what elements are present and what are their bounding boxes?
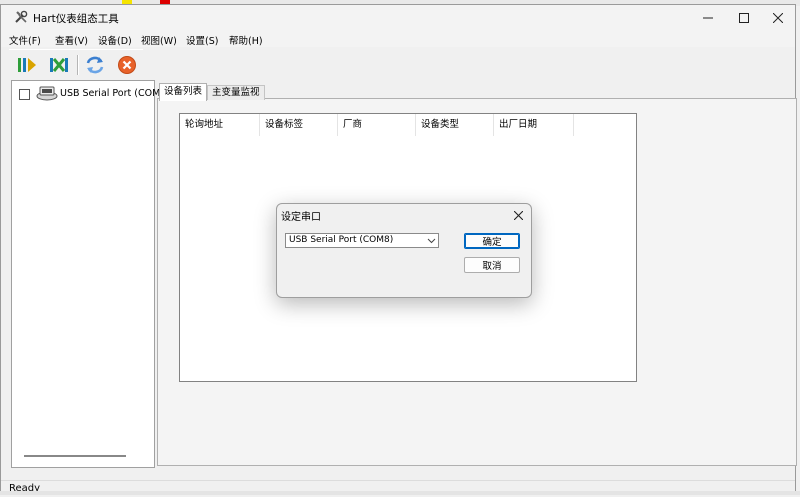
minimize-button[interactable] bbox=[691, 5, 725, 31]
menu-help[interactable]: 帮助(H) bbox=[229, 33, 263, 47]
dialog-title: 设定串口 bbox=[281, 212, 321, 223]
disconnect-button[interactable] bbox=[47, 53, 71, 77]
tools-icon bbox=[15, 10, 28, 23]
connect-icon bbox=[18, 58, 36, 72]
menu-settings[interactable]: 设置(S) bbox=[186, 33, 218, 47]
minimize-icon bbox=[703, 17, 713, 19]
connect-button[interactable] bbox=[15, 53, 39, 77]
port-select-value: USB Serial Port (COM8) bbox=[289, 235, 394, 245]
tree-checkbox[interactable] bbox=[19, 89, 30, 100]
cancel-button[interactable]: 取消 bbox=[464, 257, 520, 273]
menu-device[interactable]: 设备(D) bbox=[98, 33, 132, 47]
column-header-device-type[interactable]: 设备类型 bbox=[416, 114, 494, 136]
menu-bar: 文件(F) 查看(V) 设备(D) 视图(W) 设置(S) 帮助(H) bbox=[1, 31, 795, 47]
close-button[interactable] bbox=[761, 5, 795, 31]
stop-icon bbox=[118, 56, 136, 74]
tree-item-label[interactable]: USB Serial Port (COM bbox=[60, 88, 160, 99]
tab-device-list[interactable]: 设备列表 bbox=[159, 83, 208, 101]
column-header-manufacture-date[interactable]: 出厂日期 bbox=[494, 114, 574, 136]
chevron-down-icon bbox=[427, 238, 436, 244]
menu-file[interactable]: 文件(F) bbox=[9, 33, 41, 47]
window-title: Hart仪表组态工具 bbox=[33, 13, 119, 25]
maximize-icon bbox=[739, 13, 749, 23]
menu-window[interactable]: 视图(W) bbox=[141, 33, 177, 47]
tab-pv-monitor[interactable]: 主变量监视 bbox=[207, 85, 265, 100]
desktop-edge bbox=[0, 491, 800, 495]
toolbar bbox=[9, 49, 143, 80]
stop-button[interactable] bbox=[115, 53, 139, 77]
refresh-icon bbox=[86, 56, 104, 74]
maximize-button[interactable] bbox=[727, 5, 761, 31]
menu-view[interactable]: 查看(V) bbox=[55, 33, 88, 47]
refresh-button[interactable] bbox=[83, 53, 107, 77]
port-select[interactable]: USB Serial Port (COM8) bbox=[285, 233, 439, 248]
column-header-manufacturer[interactable]: 厂商 bbox=[338, 114, 416, 136]
ok-button[interactable]: 确定 bbox=[464, 233, 520, 249]
close-icon bbox=[513, 210, 523, 220]
disconnect-icon bbox=[50, 58, 68, 72]
serial-port-dialog: 设定串口 USB Serial Port (COM8) 确定 取消 bbox=[276, 203, 532, 298]
column-header-device-tag[interactable]: 设备标签 bbox=[260, 114, 338, 136]
horizontal-scrollbar[interactable] bbox=[24, 455, 126, 457]
device-tree[interactable]: USB Serial Port (COM bbox=[11, 80, 160, 468]
toolbar-separator bbox=[77, 55, 79, 75]
column-header-poll-address[interactable]: 轮询地址 bbox=[180, 114, 260, 136]
dialog-close-button[interactable] bbox=[509, 206, 527, 224]
title-bar: Hart仪表组态工具 bbox=[1, 5, 795, 31]
serial-port-icon bbox=[36, 86, 58, 101]
close-icon bbox=[773, 13, 783, 23]
